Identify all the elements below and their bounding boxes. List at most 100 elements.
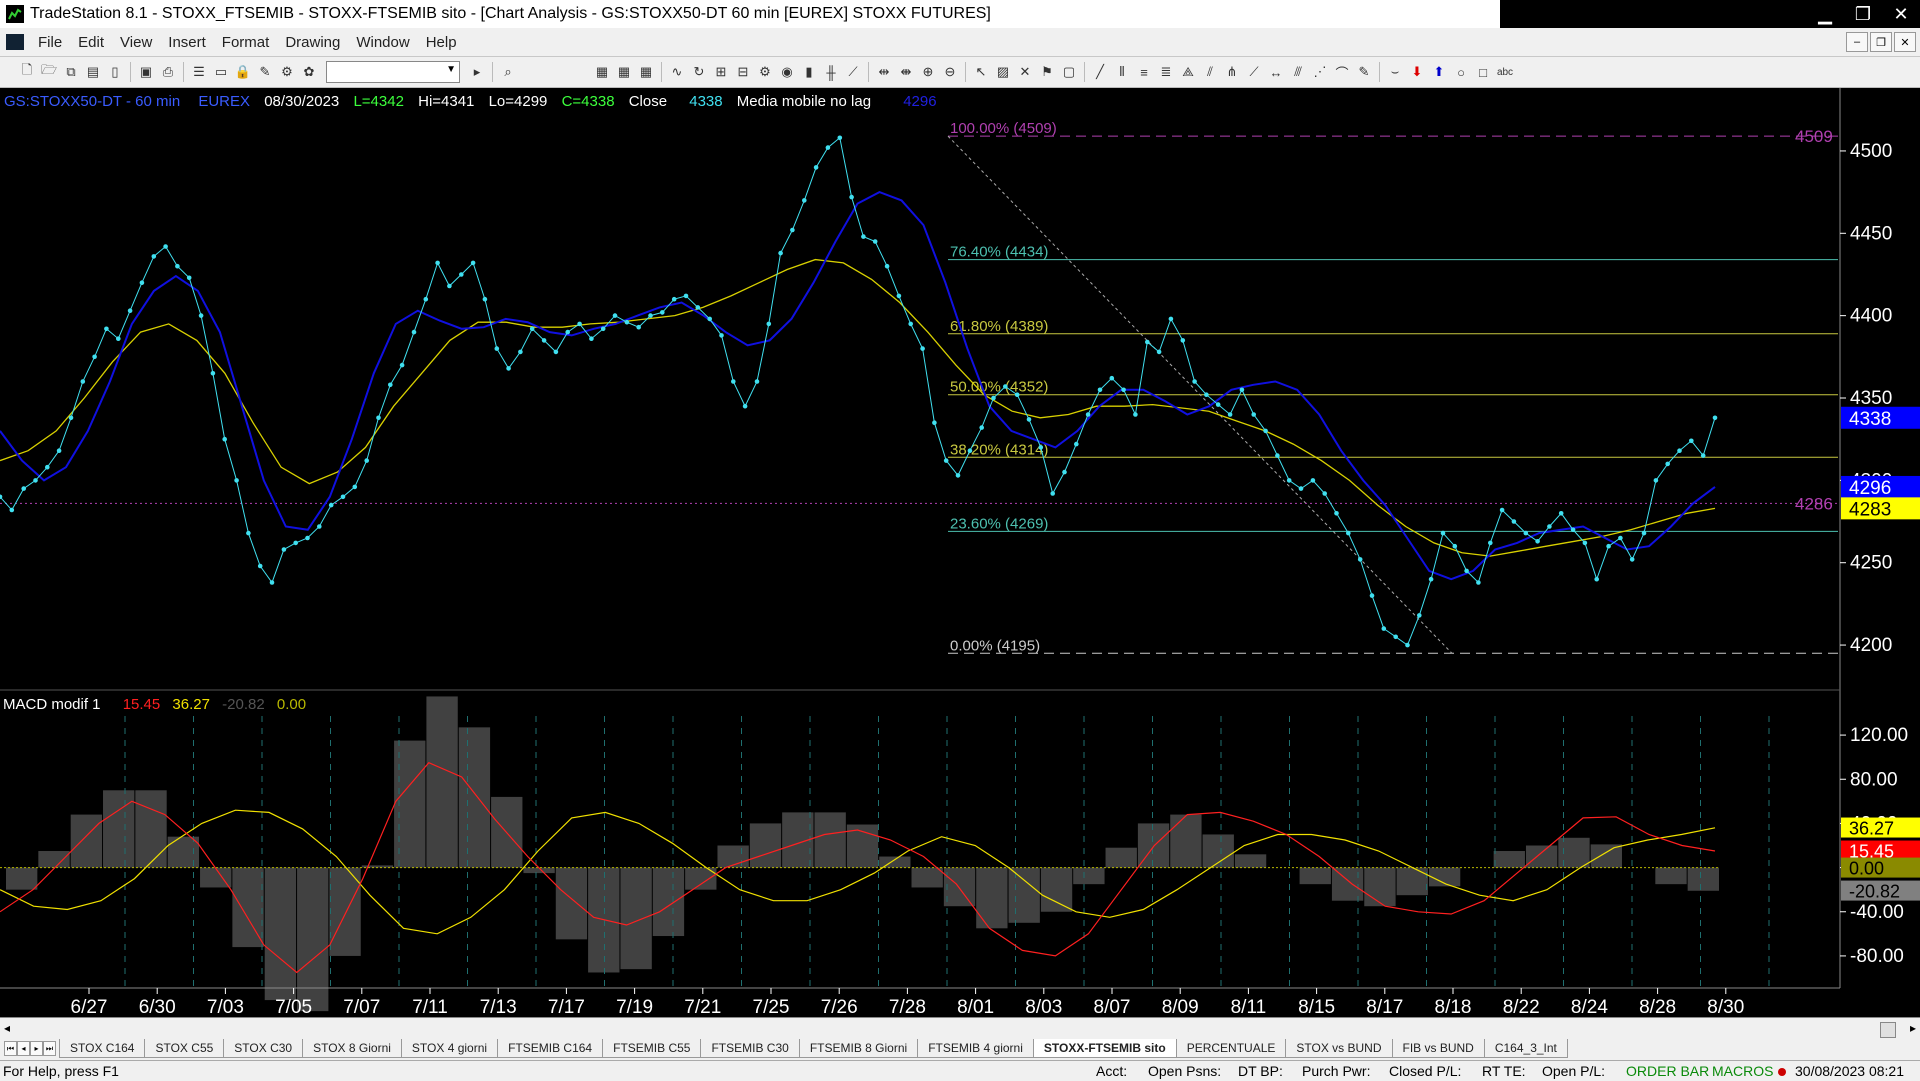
find-icon[interactable]: ⌕ xyxy=(499,63,517,81)
arrow-right-icon[interactable]: ▸ xyxy=(468,63,486,81)
mdi-close-button[interactable]: ✕ xyxy=(1894,32,1916,52)
grid2-icon[interactable]: ▦ xyxy=(615,63,633,81)
page-setup-icon[interactable]: ▢ xyxy=(1060,63,1078,81)
channel-icon[interactable]: ⫽ xyxy=(1201,63,1219,81)
menu-window[interactable]: Window xyxy=(348,34,417,51)
split-icon[interactable]: ⊟ xyxy=(734,63,752,81)
tab-prev-icon[interactable]: ◂ xyxy=(17,1041,30,1056)
palette-icon[interactable]: ✿ xyxy=(300,63,318,81)
pencil-icon[interactable]: ✎ xyxy=(1355,63,1373,81)
minimize-button[interactable]: ▁ xyxy=(1806,0,1844,28)
tab-percentuale[interactable]: PERCENTUALE xyxy=(1175,1039,1287,1058)
bar-chart-icon[interactable]: ▮ xyxy=(800,63,818,81)
macros-button[interactable]: MACROS xyxy=(1712,1063,1773,1079)
close-button[interactable]: ✕ xyxy=(1882,0,1920,28)
scroll-left-icon[interactable]: ◂ xyxy=(4,1021,10,1035)
expand-icon[interactable]: ⇼ xyxy=(897,63,915,81)
scroll-right-icon[interactable]: ▸ xyxy=(1910,1021,1916,1035)
curve-icon[interactable]: ⌣ xyxy=(1386,63,1404,81)
tools-icon[interactable]: ✕ xyxy=(1016,63,1034,81)
refresh-icon[interactable]: ↻ xyxy=(690,63,708,81)
compress-icon[interactable]: ⇹ xyxy=(875,63,893,81)
tab-ftsemib-c55[interactable]: FTSEMIB C55 xyxy=(602,1039,702,1058)
tab-c164-3-int[interactable]: C164_3_Int xyxy=(1483,1039,1568,1058)
tab-stox-c164[interactable]: STOX C164 xyxy=(59,1039,146,1058)
tab-next-icon[interactable]: ▸ xyxy=(30,1041,43,1056)
text-tool-icon[interactable]: abc xyxy=(1496,63,1514,81)
camera-icon[interactable]: ◉ xyxy=(778,63,796,81)
alerts-icon[interactable]: ⚑ xyxy=(1038,63,1056,81)
tab-stox-8-giorni[interactable]: STOX 8 Giorni xyxy=(302,1039,402,1058)
andrews-icon[interactable]: ⋔ xyxy=(1223,63,1241,81)
arrow-down-icon[interactable]: ⬇ xyxy=(1408,63,1426,81)
header-close: C=4338 xyxy=(562,93,615,110)
page-icon[interactable]: ▯ xyxy=(106,63,124,81)
zoom-out-icon[interactable]: ⊖ xyxy=(941,63,959,81)
rectangle-icon[interactable]: □ xyxy=(1474,63,1492,81)
print-icon[interactable]: ⎙ xyxy=(159,63,177,81)
scan-icon[interactable]: ⚙ xyxy=(278,63,296,81)
window-icon[interactable]: ▭ xyxy=(212,63,230,81)
horizontal-lines-icon[interactable]: ≡ xyxy=(1135,63,1153,81)
menu-help[interactable]: Help xyxy=(418,34,465,51)
lock-icon[interactable]: 🔒 xyxy=(234,63,252,81)
tab-ftsemib-8-giorni[interactable]: FTSEMIB 8 Giorni xyxy=(798,1039,919,1058)
tab-ftsemib-c164[interactable]: FTSEMIB C164 xyxy=(497,1039,604,1058)
tab-stox-vs-bund[interactable]: STOX vs BUND xyxy=(1285,1039,1393,1058)
tab-stox-4-giorni[interactable]: STOX 4 giorni xyxy=(400,1039,499,1058)
ellipse-icon[interactable]: ○ xyxy=(1452,63,1470,81)
tab-ftsemib-c30[interactable]: FTSEMIB C30 xyxy=(700,1039,800,1058)
tab-stoxx-ftsemib-sito[interactable]: STOXX-FTSEMIB sito xyxy=(1032,1039,1177,1058)
new-icon[interactable]: 🗋 xyxy=(18,62,36,81)
paste-icon[interactable]: ▤ xyxy=(84,63,102,81)
order-bar-button[interactable]: ORDER BAR xyxy=(1626,1063,1709,1079)
copy-icon[interactable]: ⧉ xyxy=(62,63,80,81)
tab-stox-c55[interactable]: STOX C55 xyxy=(144,1039,225,1058)
parallel-icon[interactable]: ⫻ xyxy=(1289,63,1307,81)
arrow-up-icon[interactable]: ⬆ xyxy=(1430,63,1448,81)
chart-window-icon[interactable] xyxy=(6,34,24,50)
zoom-in-icon[interactable]: ⊕ xyxy=(919,63,937,81)
horizontal-scrollbar[interactable]: ◂ ▸ xyxy=(0,1017,1920,1040)
pointer-icon[interactable]: ↖ xyxy=(972,63,990,81)
tab-first-icon[interactable]: ⏮ xyxy=(4,1041,17,1056)
vertical-lines-icon[interactable]: ⦀ xyxy=(1113,63,1131,81)
data-window-icon[interactable]: ▨ xyxy=(994,63,1012,81)
menu-insert[interactable]: Insert xyxy=(160,34,214,51)
menu-view[interactable]: View xyxy=(112,34,160,51)
regression-icon[interactable]: ⟋ xyxy=(1245,63,1263,81)
arc-icon[interactable]: ⌒ xyxy=(1333,63,1351,81)
candles-icon[interactable]: ╫ xyxy=(822,63,840,81)
grid3-icon[interactable]: ▦ xyxy=(637,63,655,81)
mdi-restore-button[interactable]: ❐ xyxy=(1870,32,1892,52)
tab-ftsemib-4-giorni[interactable]: FTSEMIB 4 giorni xyxy=(917,1039,1034,1058)
menu-drawing[interactable]: Drawing xyxy=(277,34,348,51)
price-dot xyxy=(1570,527,1576,533)
save-icon[interactable]: ▣ xyxy=(137,63,155,81)
scroll-thumb[interactable] xyxy=(1880,1022,1896,1038)
line-chart-icon[interactable]: ⟋ xyxy=(844,63,862,81)
double-arrow-icon[interactable]: ↔ xyxy=(1267,63,1285,81)
symbol-combo[interactable]: ▼ xyxy=(326,61,460,83)
window-tile-icon[interactable]: ⊞ xyxy=(712,63,730,81)
grid1-icon[interactable]: ▦ xyxy=(593,63,611,81)
menu-file[interactable]: File xyxy=(30,34,70,51)
maximize-button[interactable]: ❐ xyxy=(1844,0,1882,28)
mdi-minimize-button[interactable]: – xyxy=(1846,32,1868,52)
draw-icon[interactable]: ✎ xyxy=(256,63,274,81)
chart-type-icon[interactable]: ∿ xyxy=(668,63,686,81)
menu-format[interactable]: Format xyxy=(214,34,278,51)
settings-icon[interactable]: ⚙ xyxy=(756,63,774,81)
menu-edit[interactable]: Edit xyxy=(70,34,112,51)
gann-icon[interactable]: ⟁ xyxy=(1179,63,1197,81)
fib-icon[interactable]: ≣ xyxy=(1157,63,1175,81)
speed-lines-icon[interactable]: ⋰ xyxy=(1311,63,1329,81)
tab-stox-c30[interactable]: STOX C30 xyxy=(223,1039,304,1058)
format-icon[interactable]: ☰ xyxy=(190,63,208,81)
tab-fib-vs-bund[interactable]: FIB vs BUND xyxy=(1391,1039,1485,1058)
chart-analysis-window[interactable]: 100.00% (4509) 76.40% (4434) 61.80% (4389)… xyxy=(0,88,1920,1017)
chart-canvas[interactable]: 100.00% (4509) 76.40% (4434) 61.80% (4389)… xyxy=(0,88,1920,1017)
trendline-icon[interactable]: ╱ xyxy=(1091,63,1109,81)
open-icon[interactable]: 🗁 xyxy=(40,62,58,81)
tab-last-icon[interactable]: ⏭ xyxy=(43,1041,56,1056)
